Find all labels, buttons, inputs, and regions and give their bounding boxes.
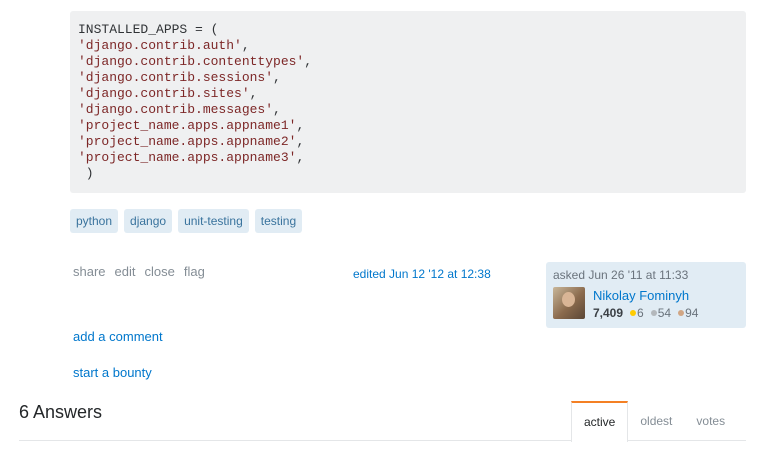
bronze-badge-icon [678,310,685,316]
code-line: INSTALLED_APPS = ( [78,22,219,37]
tab-active[interactable]: active [571,401,629,442]
code-line: 'project_name.apps.appname3', [78,150,305,165]
tag-django[interactable]: django [124,209,173,233]
silver-badge-icon [650,310,657,316]
bronze-badge-count: 94 [685,306,699,320]
code-line: 'django.contrib.sessions', [78,70,281,85]
code-line: 'project_name.apps.appname1', [78,118,305,133]
user-stats: 7,409 6 54 94 [593,306,701,320]
user-name-link[interactable]: Nikolay Fominyh [593,288,689,303]
code-line: 'django.contrib.contenttypes', [78,54,313,69]
silver-badge-count: 54 [657,306,672,320]
tab-oldest[interactable]: oldest [628,401,684,440]
start-bounty-link[interactable]: start a bounty [73,365,152,380]
bronze-badges: 94 [678,306,698,320]
owner-card: asked Jun 26 '11 at 11:33 Nikolay Fominy… [546,262,746,328]
gold-badges: 6 [630,306,644,320]
asked-timestamp: asked Jun 26 '11 at 11:33 [553,268,689,282]
gold-badge-count: 6 [637,306,644,320]
code-line: 'django.contrib.sites', [78,86,258,101]
code-block: INSTALLED_APPS = ( 'django.contrib.auth'… [70,11,746,193]
tab-votes[interactable]: votes [684,401,737,440]
code-line: 'django.contrib.messages', [78,102,281,117]
share-link[interactable]: share [73,264,106,279]
post-menu: share edit close flag [73,264,205,279]
gold-badge-icon [630,310,637,316]
add-comment-link[interactable]: add a comment [73,329,163,344]
tag-python[interactable]: python [70,209,119,233]
user-avatar[interactable] [553,287,585,319]
tag-unit-testing[interactable]: unit-testing [178,209,249,233]
reputation-score: 7,409 [593,306,624,320]
answers-count-heading: 6 Answers [19,402,103,422]
code-line: ) [78,166,94,181]
code-line: 'project_name.apps.appname2', [78,134,305,149]
tag-list: python django unit-testing testing [70,209,303,233]
silver-badges: 54 [650,306,672,320]
tag-testing[interactable]: testing [254,209,303,233]
code-line: 'django.contrib.auth', [78,38,250,53]
answer-sort-tabs: active oldest votes [571,401,737,442]
flag-link[interactable]: flag [184,264,205,279]
edit-link[interactable]: edit [115,264,136,279]
close-link[interactable]: close [145,264,175,279]
edited-timestamp-link[interactable]: edited Jun 12 '12 at 12:38 [353,267,491,281]
